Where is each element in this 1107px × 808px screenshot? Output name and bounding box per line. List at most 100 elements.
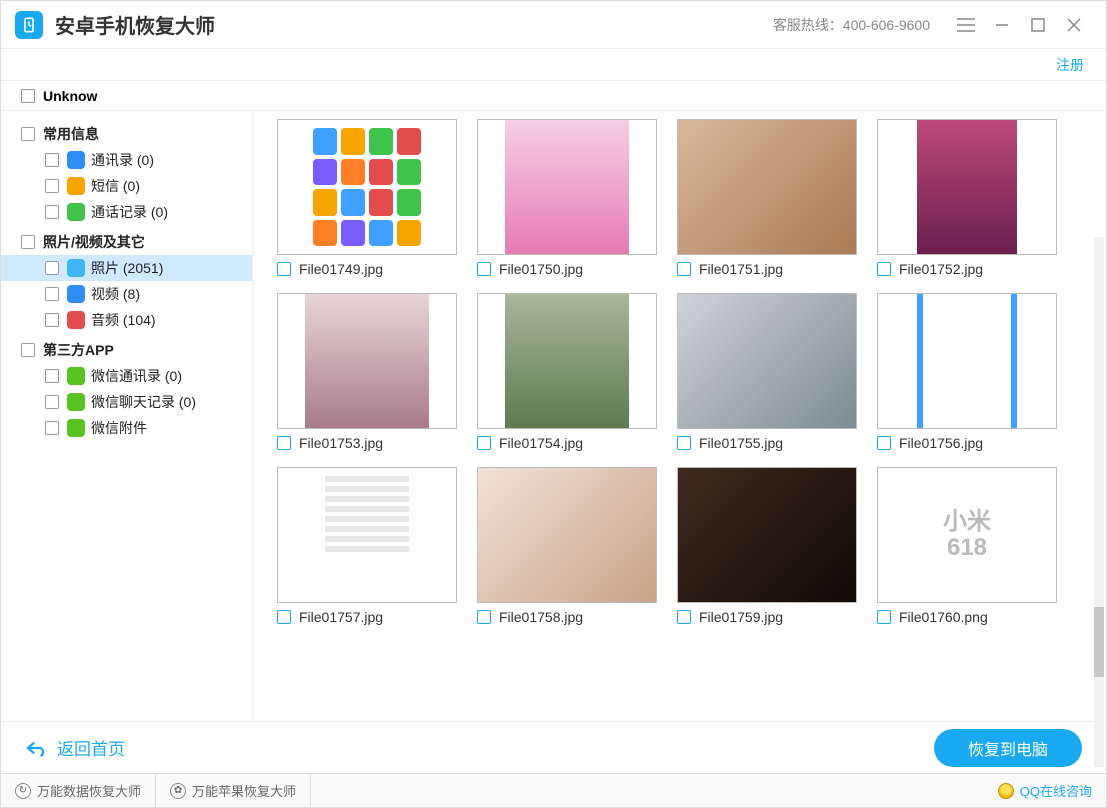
sidebar-item-photos[interactable]: 照片 (2051): [1, 255, 252, 281]
app-logo-icon: [15, 11, 43, 39]
item-label: 通讯录 (0): [91, 150, 154, 170]
sidebar-item-video[interactable]: 视频 (8): [1, 281, 252, 307]
file-thumbnail[interactable]: [677, 119, 857, 255]
file-checkbox[interactable]: [877, 436, 891, 450]
file-tile[interactable]: File01758.jpg: [477, 467, 657, 625]
item-label: 短信 (0): [91, 176, 140, 196]
titlebar: 安卓手机恢复大师 客服热线：400-606-9600: [1, 1, 1106, 49]
menu-button[interactable]: [948, 7, 984, 43]
file-tile[interactable]: File01757.jpg: [277, 467, 457, 625]
register-link[interactable]: 注册: [1056, 55, 1084, 75]
sidebar-item-contacts[interactable]: 通讯录 (0): [1, 147, 252, 173]
file-tile[interactable]: File01752.jpg: [877, 119, 1057, 277]
sidebar-item-calls[interactable]: 通话记录 (0): [1, 199, 252, 225]
file-checkbox[interactable]: [477, 262, 491, 276]
sidebar-group-header[interactable]: 照片/视频及其它: [1, 229, 252, 255]
qq-icon: [998, 783, 1014, 799]
group-checkbox[interactable]: [21, 127, 35, 141]
file-tile[interactable]: 小米618File01760.png: [877, 467, 1057, 625]
file-tile[interactable]: File01753.jpg: [277, 293, 457, 451]
item-label: 微信聊天记录 (0): [91, 392, 196, 412]
file-name: File01753.jpg: [299, 435, 383, 451]
wechat-icon: [67, 393, 85, 411]
file-thumbnail[interactable]: [277, 293, 457, 429]
file-checkbox[interactable]: [677, 610, 691, 624]
file-checkbox[interactable]: [877, 262, 891, 276]
recover-button[interactable]: 恢复到电脑: [934, 729, 1082, 767]
close-button[interactable]: [1056, 7, 1092, 43]
item-checkbox[interactable]: [45, 261, 59, 275]
sidebar-group-header[interactable]: 第三方APP: [1, 337, 252, 363]
file-checkbox[interactable]: [277, 436, 291, 450]
file-thumbnail[interactable]: [477, 467, 657, 603]
scrollbar[interactable]: [1094, 237, 1104, 767]
audio-icon: [67, 311, 85, 329]
file-thumbnail[interactable]: [677, 293, 857, 429]
item-checkbox[interactable]: [45, 153, 59, 167]
minimize-button[interactable]: [984, 7, 1020, 43]
file-checkbox[interactable]: [277, 262, 291, 276]
apple-icon: ✿: [170, 783, 186, 799]
sidebar-item-wechat[interactable]: 微信聊天记录 (0): [1, 389, 252, 415]
footer-label-1: 万能数据恢复大师: [37, 781, 141, 800]
item-checkbox[interactable]: [45, 421, 59, 435]
unknow-row[interactable]: Unknow: [1, 81, 1106, 111]
file-thumbnail[interactable]: [277, 119, 457, 255]
file-thumbnail[interactable]: [277, 467, 457, 603]
file-thumbnail[interactable]: [877, 293, 1057, 429]
footer-link-data-recovery[interactable]: ↻ 万能数据恢复大师: [1, 774, 156, 807]
file-tile[interactable]: File01749.jpg: [277, 119, 457, 277]
file-tile[interactable]: File01759.jpg: [677, 467, 857, 625]
item-checkbox[interactable]: [45, 313, 59, 327]
file-thumbnail[interactable]: [877, 119, 1057, 255]
sidebar-group-header[interactable]: 常用信息: [1, 121, 252, 147]
unknow-checkbox[interactable]: [21, 89, 35, 103]
maximize-button[interactable]: [1020, 7, 1056, 43]
sidebar-item-wechat[interactable]: 微信附件: [1, 415, 252, 441]
scrollbar-thumb[interactable]: [1094, 607, 1104, 677]
back-button[interactable]: 返回首页: [25, 735, 125, 760]
file-name: File01756.jpg: [899, 435, 983, 451]
register-bar: 注册: [1, 49, 1106, 81]
contacts-icon: [67, 151, 85, 169]
item-checkbox[interactable]: [45, 369, 59, 383]
file-thumbnail[interactable]: [477, 119, 657, 255]
qq-support-link[interactable]: QQ在线咨询: [984, 781, 1106, 800]
item-checkbox[interactable]: [45, 179, 59, 193]
item-checkbox[interactable]: [45, 287, 59, 301]
gallery: File01749.jpgFile01750.jpgFile01751.jpgF…: [253, 111, 1106, 721]
file-tile[interactable]: File01751.jpg: [677, 119, 857, 277]
sidebar: 常用信息通讯录 (0) 短信 (0) 通话记录 (0) 照片/视频及其它照片 (205…: [1, 111, 253, 721]
file-checkbox[interactable]: [877, 610, 891, 624]
file-checkbox[interactable]: [677, 436, 691, 450]
file-name: File01755.jpg: [699, 435, 783, 451]
sms-icon: [67, 177, 85, 195]
file-name: File01759.jpg: [699, 609, 783, 625]
file-checkbox[interactable]: [477, 610, 491, 624]
qq-label: QQ在线咨询: [1020, 781, 1092, 800]
file-tile[interactable]: File01756.jpg: [877, 293, 1057, 451]
file-name: File01754.jpg: [499, 435, 583, 451]
file-thumbnail[interactable]: 小米618: [877, 467, 1057, 603]
hotline-text: 客服热线：400-606-9600: [773, 15, 930, 35]
group-checkbox[interactable]: [21, 343, 35, 357]
sidebar-item-audio[interactable]: 音频 (104): [1, 307, 252, 333]
item-checkbox[interactable]: [45, 395, 59, 409]
item-label: 音频 (104): [91, 310, 156, 330]
file-tile[interactable]: File01750.jpg: [477, 119, 657, 277]
file-thumbnail[interactable]: [477, 293, 657, 429]
file-checkbox[interactable]: [277, 610, 291, 624]
file-checkbox[interactable]: [677, 262, 691, 276]
sidebar-item-sms[interactable]: 短信 (0): [1, 173, 252, 199]
wechat-icon: [67, 367, 85, 385]
item-checkbox[interactable]: [45, 205, 59, 219]
wechat-icon: [67, 419, 85, 437]
file-tile[interactable]: File01755.jpg: [677, 293, 857, 451]
file-checkbox[interactable]: [477, 436, 491, 450]
sidebar-item-wechat[interactable]: 微信通讯录 (0): [1, 363, 252, 389]
footer-link-apple-recovery[interactable]: ✿ 万能苹果恢复大师: [156, 774, 311, 807]
file-tile[interactable]: File01754.jpg: [477, 293, 657, 451]
file-name: File01749.jpg: [299, 261, 383, 277]
group-checkbox[interactable]: [21, 235, 35, 249]
file-thumbnail[interactable]: [677, 467, 857, 603]
